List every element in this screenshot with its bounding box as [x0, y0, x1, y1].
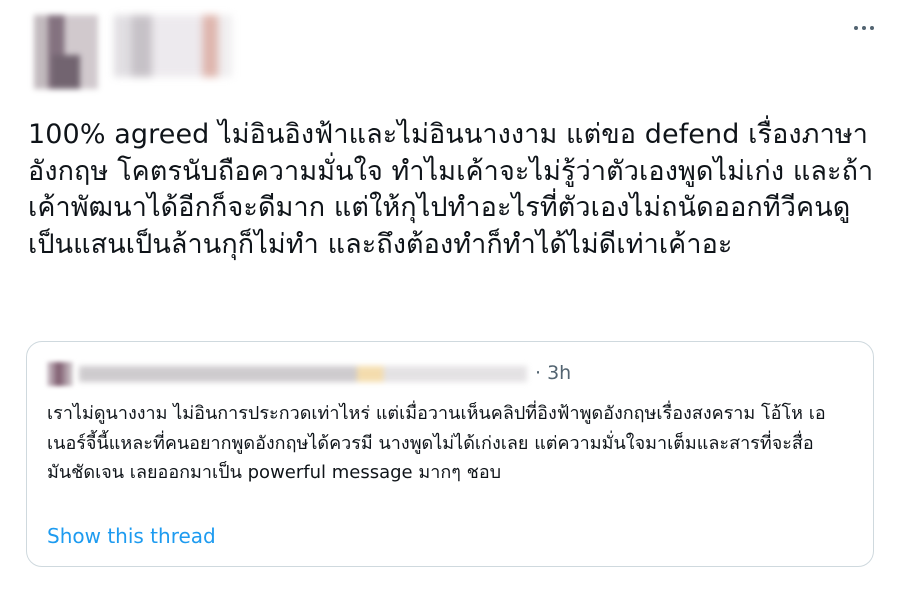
quoted-avatar[interactable]	[47, 362, 73, 386]
tweet-text: 100% agreed ไม่อินอิงฟ้าและไม่อินนางงาม …	[28, 119, 874, 260]
quoted-author-name-redacted[interactable]	[79, 366, 527, 382]
quoted-tweet-header: · 3h	[47, 360, 571, 388]
author-name-redacted[interactable]	[114, 15, 232, 77]
quoted-timestamp[interactable]: · 3h	[535, 362, 571, 384]
avatar[interactable]	[34, 15, 98, 89]
ellipsis-icon[interactable]	[854, 26, 874, 30]
quoted-tweet-text: เราไม่ดูนางงาม ไม่อินการประกวดเท่าไหร่ แ…	[47, 403, 826, 483]
quoted-tweet[interactable]: · 3h เราไม่ดูนางงาม ไม่อินการประกวดเท่าไ…	[26, 341, 874, 567]
show-thread-link[interactable]: Show this thread	[47, 524, 216, 548]
